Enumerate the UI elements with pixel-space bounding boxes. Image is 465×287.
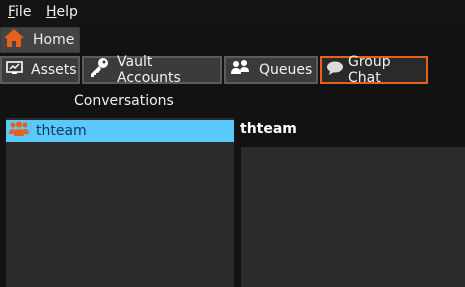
chat-message-area[interactable] bbox=[241, 147, 465, 287]
key-icon bbox=[88, 57, 110, 83]
tab-vault-accounts-label: Vault Accounts bbox=[117, 54, 181, 86]
home-tab-label: Home bbox=[33, 32, 75, 48]
tab-group-chat-label: Group Chat bbox=[348, 54, 391, 86]
tab-assets-label: Assets bbox=[31, 62, 77, 78]
tab-vault-accounts[interactable]: Vault Accounts bbox=[82, 54, 222, 86]
users-icon bbox=[230, 59, 252, 81]
group-icon bbox=[8, 121, 30, 141]
home-icon bbox=[3, 28, 25, 52]
chat-title: thteam bbox=[240, 121, 297, 137]
chat-bubble-icon bbox=[326, 60, 344, 80]
tab-queues-label: Queues bbox=[259, 62, 313, 78]
menu-bar: File Help bbox=[0, 0, 465, 26]
tab-group-chat[interactable]: Group Chat bbox=[320, 54, 428, 86]
tab-assets[interactable]: Assets bbox=[0, 56, 80, 84]
conversation-list[interactable]: thteam bbox=[6, 118, 234, 287]
home-tab[interactable]: Home bbox=[0, 27, 80, 53]
conversations-title: Conversations bbox=[74, 93, 174, 109]
monitor-icon bbox=[6, 60, 24, 80]
conversation-name: thteam bbox=[36, 123, 87, 139]
menu-file[interactable]: File bbox=[8, 4, 31, 20]
conversation-item-thteam[interactable]: thteam bbox=[6, 120, 234, 142]
menu-help[interactable]: Help bbox=[46, 4, 78, 20]
tab-queues[interactable]: Queues bbox=[224, 56, 318, 84]
